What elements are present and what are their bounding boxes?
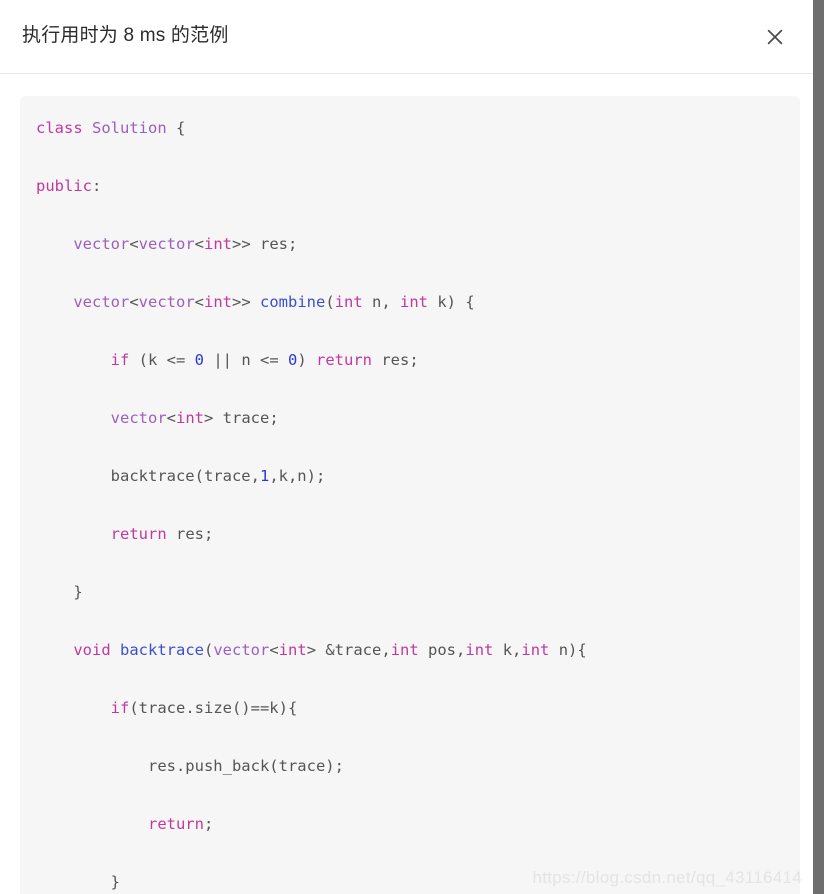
code-token-pl: ,k,n);: [269, 467, 326, 485]
code-token-pl: <: [166, 409, 176, 427]
code-token-pl: ;: [203, 815, 214, 833]
vertical-scrollbar[interactable]: [813, 0, 824, 894]
code-token-ptype: int: [390, 641, 419, 659]
code-token-fn: combine: [260, 293, 326, 311]
code-token-pl: (: [325, 293, 335, 311]
code-token-pl: (: [204, 641, 214, 659]
code-token-type: vector: [213, 641, 270, 659]
code-token-pl: ): [297, 351, 317, 369]
code-token-pl: backtrace(trace,: [36, 467, 260, 485]
code-line: backtrace(trace,1,k,n);: [36, 462, 784, 491]
code-token-ptype: int: [465, 641, 494, 659]
code-token-pl: }: [36, 583, 83, 601]
code-line: return res;: [36, 520, 784, 549]
code-token-pl: > &trace,: [306, 641, 391, 659]
code-line: vector<vector<int>> combine(int n, int k…: [36, 288, 784, 317]
code-token-pl: <: [194, 293, 205, 311]
code-token-kw: if: [110, 351, 130, 369]
code-token-type: vector: [110, 409, 167, 427]
code-token-ptype: int: [278, 641, 307, 659]
code-token-fn: backtrace: [120, 641, 204, 659]
code-token-pl: (k <=: [129, 351, 195, 369]
code-token-kw: void: [73, 641, 111, 659]
code-token-ptype: int: [204, 293, 233, 311]
code-token-ptype: int: [400, 293, 429, 311]
code-line: return;: [36, 810, 784, 839]
code-token-kw: class: [36, 119, 83, 137]
code-token-num: 1: [259, 467, 270, 485]
code-line: }: [36, 868, 784, 894]
code-token-type: vector: [138, 293, 195, 311]
code-line: res.push_back(trace);: [36, 752, 784, 781]
code-token-pl: k,: [493, 641, 522, 659]
code-token-type: vector: [73, 235, 130, 253]
code-panel[interactable]: class Solution { public: vector<vector<i…: [20, 96, 800, 894]
code-token-type: vector: [138, 235, 195, 253]
code-line: if (k <= 0 || n <= 0) return res;: [36, 346, 784, 375]
code-token-pl: <: [129, 293, 139, 311]
code-token-pl: > trace;: [204, 409, 279, 427]
code-token-pl: res;: [166, 525, 214, 543]
code-token-pl: <: [269, 641, 279, 659]
code-token-pl: res;: [372, 351, 419, 369]
code-line: vector<vector<int>> res;: [36, 230, 784, 259]
code-line: void backtrace(vector<int> &trace,int po…: [36, 636, 784, 665]
code-token-pl: (trace.size()==k){: [129, 699, 298, 717]
code-token-pl: res.push_back(trace);: [36, 757, 344, 775]
close-button[interactable]: [760, 22, 790, 52]
code-line: public:: [36, 172, 784, 201]
code-token-pl: || n <=: [204, 351, 288, 369]
code-token-type: Solution: [92, 119, 167, 137]
source-code[interactable]: class Solution { public: vector<vector<i…: [36, 114, 784, 894]
code-panel-wrapper: class Solution { public: vector<vector<i…: [0, 74, 824, 894]
code-token-pl: >>: [232, 293, 261, 311]
code-token-num: 0: [194, 351, 204, 369]
code-token-ptype: int: [176, 409, 204, 427]
code-token-num: 0: [288, 351, 298, 369]
code-token-ptype: int: [334, 293, 363, 311]
code-token-kw: if: [110, 699, 130, 717]
code-token-ptype: int: [521, 641, 550, 659]
code-token-pl: :: [92, 177, 102, 195]
code-token-kw: return: [110, 525, 167, 543]
code-line: }: [36, 578, 784, 607]
code-token-pl: }: [36, 873, 120, 891]
page-title: 执行用时为 8 ms 的范例: [22, 25, 229, 47]
code-line: if(trace.size()==k){: [36, 694, 784, 723]
code-token-pl: {: [166, 119, 186, 137]
code-token-pl: >> res;: [232, 235, 298, 253]
code-token-kw: return: [147, 815, 204, 833]
code-token-pl: <: [129, 235, 139, 253]
code-token-pl: k) {: [428, 293, 475, 311]
code-token-pl: <: [194, 235, 205, 253]
code-token-type: vector: [73, 293, 130, 311]
code-token-ptype: int: [204, 235, 233, 253]
modal-header: 执行用时为 8 ms 的范例: [0, 0, 824, 74]
code-line: class Solution {: [36, 114, 784, 143]
code-token-pl: pos,: [418, 641, 466, 659]
solution-modal-window: 执行用时为 8 ms 的范例 class Solution { public: …: [0, 0, 824, 894]
code-token-pl: n,: [362, 293, 401, 311]
code-line: vector<int> trace;: [36, 404, 784, 433]
code-token-pl: n){: [549, 641, 587, 659]
code-token-kw: return: [316, 351, 373, 369]
scrollbar-thumb[interactable]: [813, 0, 824, 894]
close-icon: [765, 27, 785, 47]
code-token-kw: public: [36, 177, 92, 195]
